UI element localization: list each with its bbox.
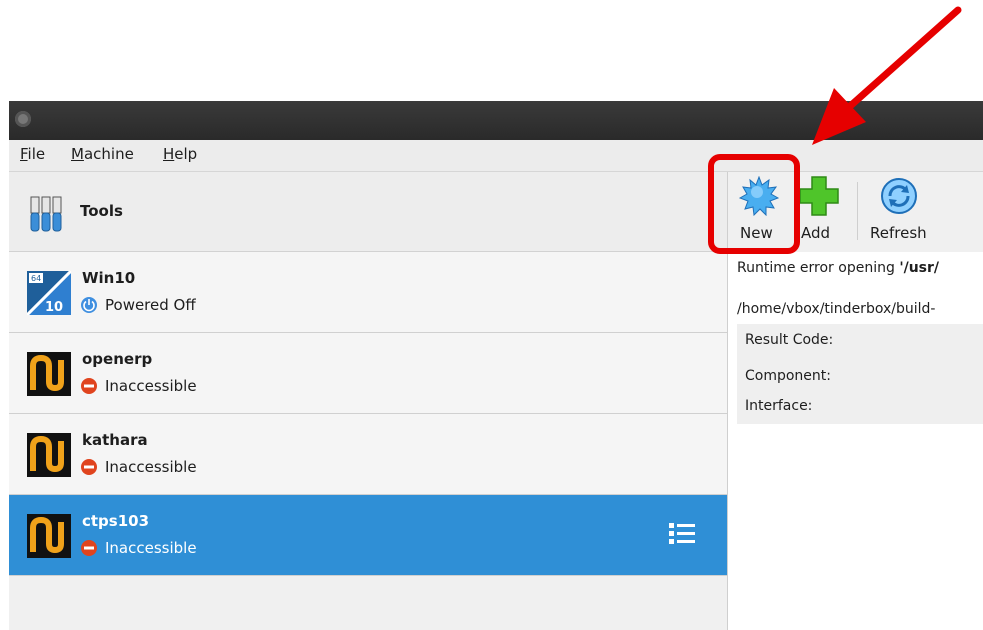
inaccessible-vm-icon: [27, 433, 71, 477]
menu-file[interactable]: File: [20, 145, 45, 163]
vm-name: Win10: [82, 269, 136, 287]
error-path: '/usr/: [899, 260, 940, 276]
add-button-label: Add: [801, 224, 831, 242]
menu-help-mnemonic: H: [163, 145, 175, 163]
menu-help[interactable]: Help: [163, 145, 197, 163]
vm-item-openerp[interactable]: openerp Inaccessible: [9, 333, 727, 414]
menu-file-label: ile: [27, 145, 46, 163]
menu-machine-label: achine: [83, 145, 134, 163]
add-plus-icon: [799, 176, 839, 216]
inaccessible-icon: [81, 540, 97, 556]
svg-text:64: 64: [31, 274, 41, 283]
toolbar-separator: [857, 182, 858, 240]
component-label: Component:: [745, 368, 831, 384]
svg-text:10: 10: [45, 300, 63, 315]
virtualbox-window: File Machine Help Tools 64 10 Win10 Powe…: [9, 101, 983, 630]
inaccessible-vm-icon: [27, 514, 71, 558]
vm-item-ctps103[interactable]: ctps103 Inaccessible: [9, 495, 727, 576]
error-details-table: Result Code: Component: Interface:: [737, 324, 983, 424]
interface-label: Interface:: [745, 398, 813, 414]
error-prefix: Runtime error opening: [737, 260, 900, 276]
error-message-line: Runtime error opening '/usr/: [737, 260, 939, 276]
highlight-box: [708, 154, 800, 254]
refresh-icon: [881, 178, 917, 214]
vm-item-win10[interactable]: 64 10 Win10 Powered Off: [9, 252, 727, 333]
window-menu-icon[interactable]: [15, 111, 31, 127]
result-code-label: Result Code:: [745, 332, 834, 348]
menu-machine-mnemonic: M: [71, 145, 84, 163]
vm-name: ctps103: [82, 512, 150, 530]
tools-icon: [30, 196, 62, 232]
error-source-path: /home/vbox/tinderbox/build-: [737, 301, 936, 317]
add-button[interactable]: Add: [792, 172, 854, 252]
refresh-button-label: Refresh: [870, 224, 927, 242]
vm-state: Inaccessible: [105, 539, 197, 557]
power-off-icon: [81, 297, 97, 313]
inaccessible-icon: [81, 459, 97, 475]
vm-state: Inaccessible: [105, 458, 197, 476]
vm-name: kathara: [82, 431, 148, 449]
windows10-os-icon: 64 10: [27, 271, 71, 315]
vm-state: Inaccessible: [105, 377, 197, 395]
annotation-arrow-icon: [812, 6, 962, 145]
vm-details-menu-icon[interactable]: [669, 522, 695, 546]
vm-item-kathara[interactable]: kathara Inaccessible: [9, 414, 727, 495]
vm-list-pane: Tools 64 10 Win10 Powered Off openerp In…: [9, 172, 728, 630]
menu-help-label: elp: [174, 145, 198, 163]
refresh-button[interactable]: Refresh: [861, 172, 941, 252]
menu-file-mnemonic: F: [20, 145, 28, 163]
inaccessible-vm-icon: [27, 352, 71, 396]
inaccessible-icon: [81, 378, 97, 394]
tools-label: Tools: [80, 202, 123, 220]
menu-machine[interactable]: Machine: [71, 145, 134, 163]
vm-name: openerp: [82, 350, 153, 368]
vm-state: Powered Off: [105, 296, 196, 314]
tools-item[interactable]: Tools: [9, 172, 727, 252]
